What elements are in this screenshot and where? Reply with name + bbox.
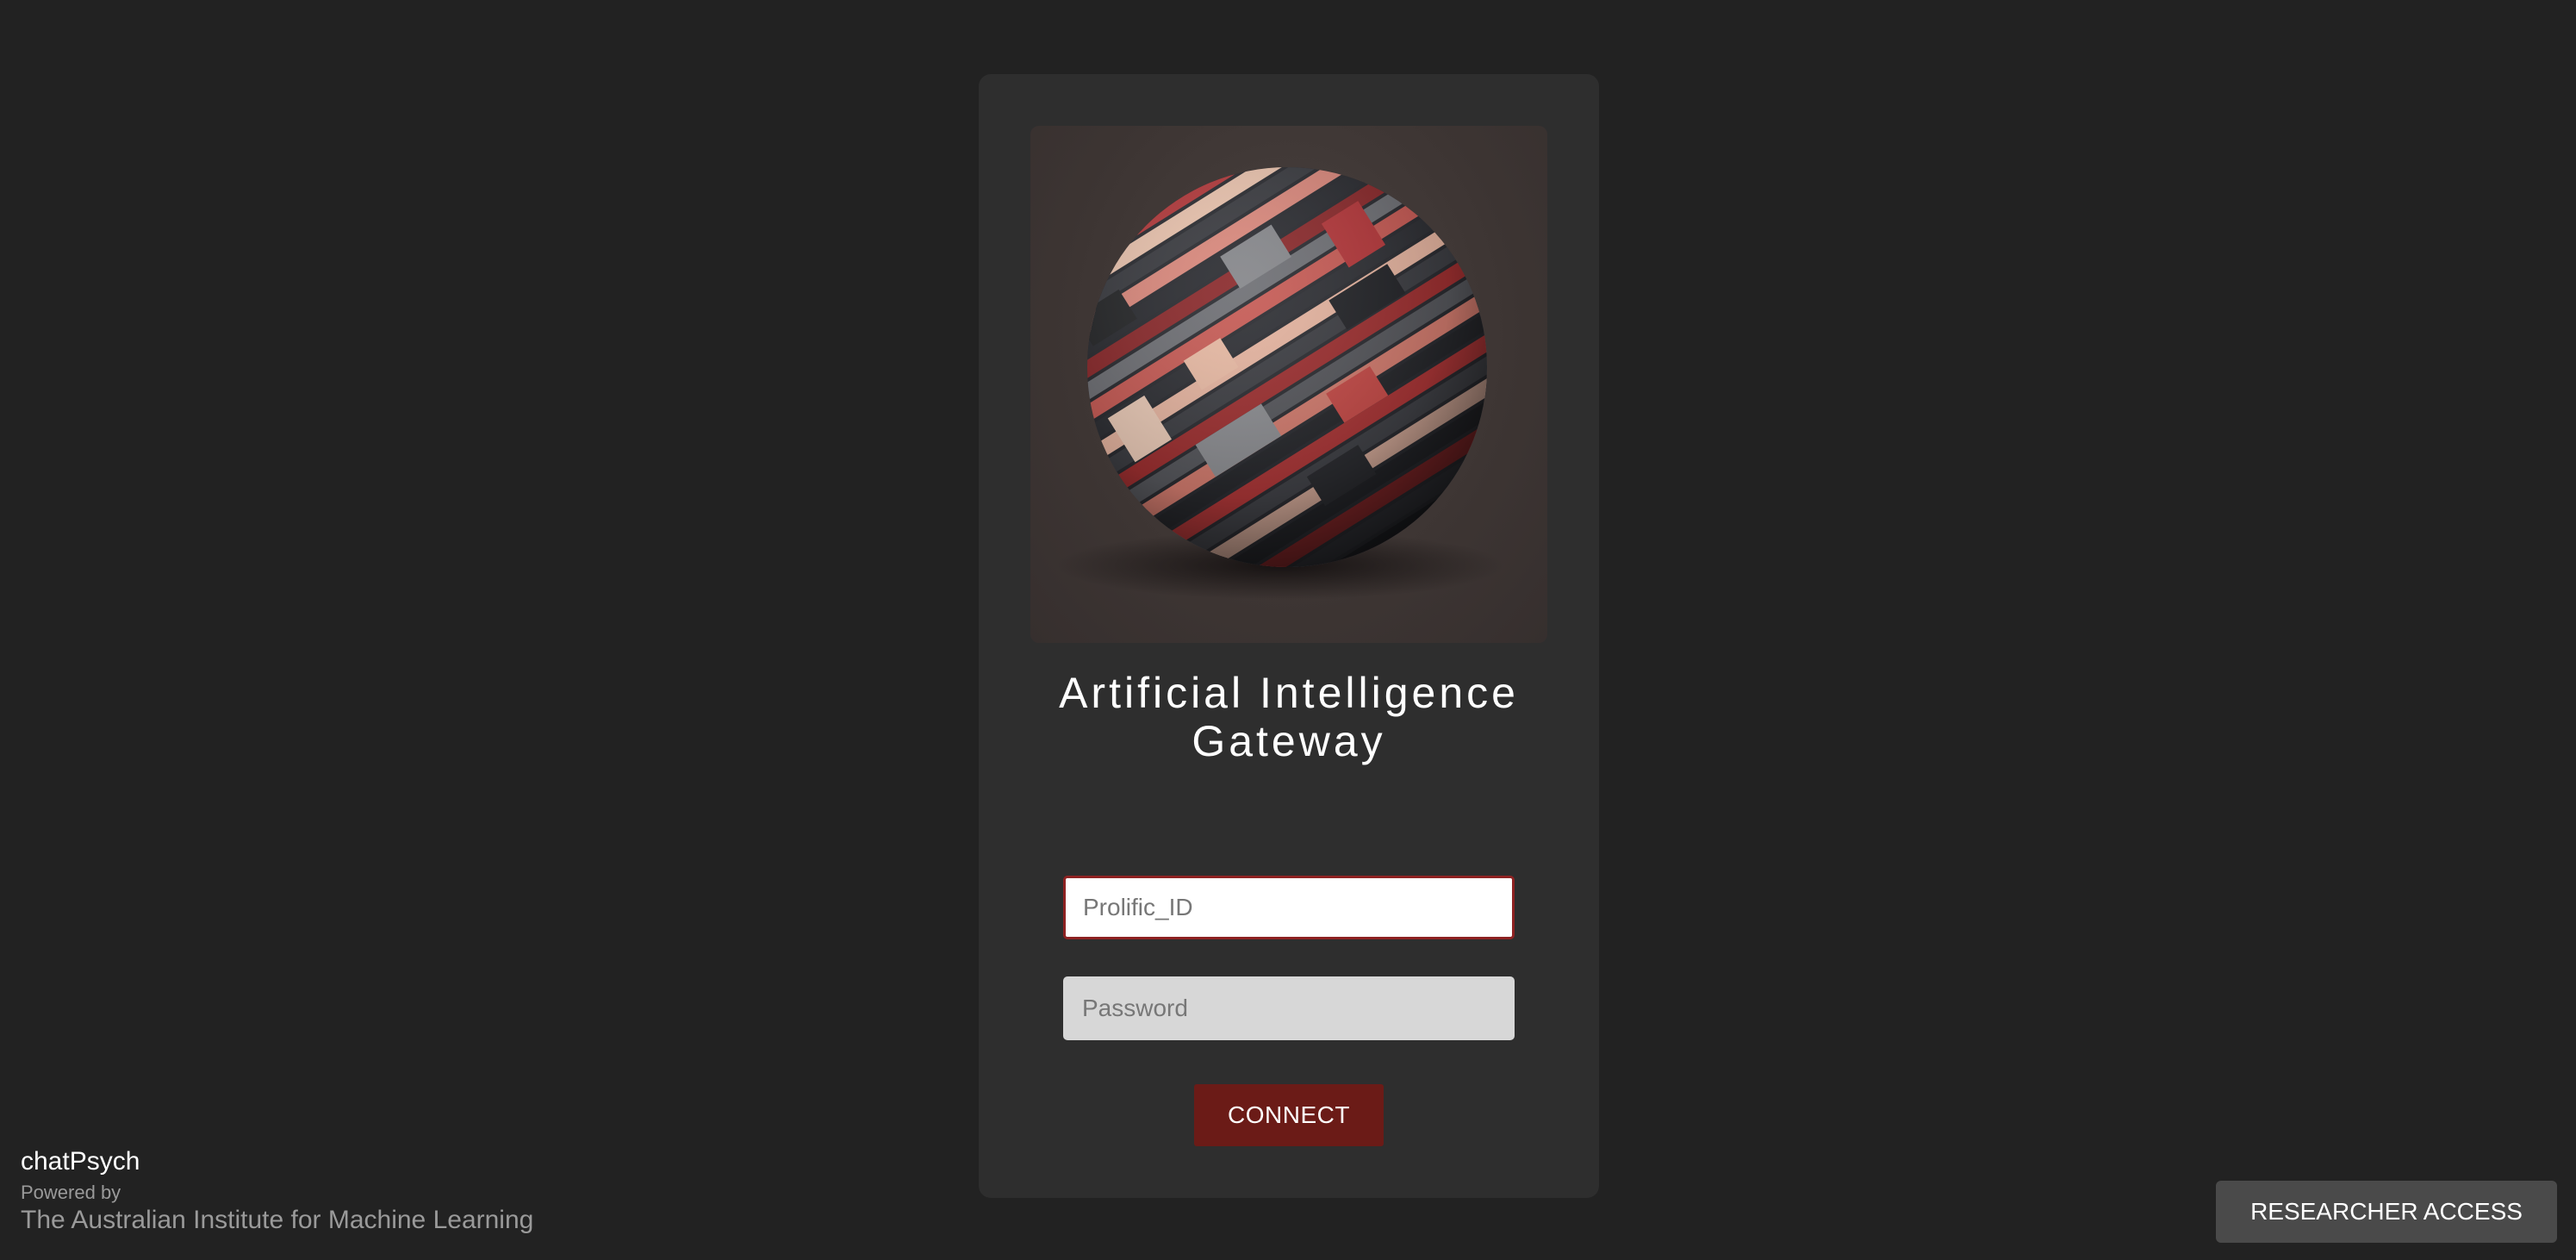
page-title: Artificial Intelligence Gateway: [1059, 669, 1519, 765]
researcher-access-button[interactable]: RESEARCHER ACCESS: [2216, 1181, 2557, 1243]
page: Artificial Intelligence Gateway CONNECT …: [0, 0, 2576, 1260]
hero-image: [1030, 126, 1547, 643]
powered-by-label: Powered by: [21, 1182, 121, 1203]
organization-name: The Australian Institute for Machine Lea…: [21, 1206, 534, 1234]
footer-brand: chatPsych Powered by The Australian Inst…: [21, 1146, 533, 1236]
login-card: Artificial Intelligence Gateway CONNECT: [979, 74, 1599, 1198]
password-input[interactable]: [1063, 976, 1515, 1040]
connect-button[interactable]: CONNECT: [1194, 1084, 1384, 1146]
brand-name: chatPsych: [21, 1147, 140, 1176]
sphere-icon: [1056, 167, 1504, 600]
prolific-id-input[interactable]: [1063, 876, 1515, 939]
